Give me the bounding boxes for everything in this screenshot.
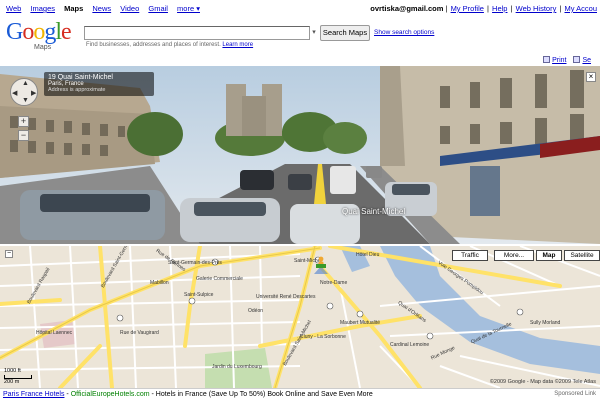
my-profile-link[interactable]: My Profile [451, 4, 484, 13]
map-label: Galerie Commerciale [196, 276, 243, 282]
map-label: Cardinal Lemoine [390, 342, 430, 348]
separator: | [445, 4, 448, 13]
map-label: Odéon [248, 308, 264, 314]
print-link[interactable]: Print [552, 57, 566, 64]
street-view-pan-control[interactable]: ▲ ▼ ◀ ▶ [10, 78, 38, 106]
nav-link-web[interactable]: Web [6, 4, 21, 13]
map-label: Cluny - La Sorbonne [300, 334, 346, 340]
web-history-link[interactable]: Web History [516, 4, 557, 13]
map-label: Université René Descartes [256, 294, 316, 300]
pan-up-icon[interactable]: ▲ [22, 80, 29, 87]
print-icon [543, 56, 551, 63]
search-header: Google Maps ▾ Search Maps Show search op… [0, 16, 600, 56]
user-email: ovrtiska@gmail.com [370, 4, 444, 13]
separator: | [559, 4, 562, 13]
account-links: ovrtiska@gmail.com | My Profile | Help |… [370, 4, 598, 13]
ad-headline-link[interactable]: Paris France Hotels [3, 391, 64, 398]
action-bar: Print Se [0, 56, 600, 66]
map-button[interactable]: Map [536, 250, 562, 261]
send-icon [573, 56, 581, 63]
street-view-zoom-in-button[interactable]: + [18, 116, 29, 127]
map-label: Hôtel Dieu [356, 252, 380, 258]
show-search-options-link[interactable]: Show search options [374, 29, 434, 36]
search-maps-button[interactable]: Search Maps [320, 25, 370, 41]
nav-link-video[interactable]: Video [120, 4, 139, 13]
action-links: Print Se [543, 56, 596, 64]
nav-link-news[interactable]: News [92, 4, 111, 13]
help-link[interactable]: Help [492, 4, 507, 13]
pegman-icon[interactable] [314, 256, 328, 274]
satellite-button[interactable]: Satellite [564, 250, 600, 261]
logo-wordmark: Google [6, 19, 72, 45]
ad-url[interactable]: OfficialEuropeHotels.com [71, 391, 150, 398]
search-dropdown-icon[interactable]: ▾ [310, 26, 318, 40]
street-name-label[interactable]: Quai Saint-Michel [342, 207, 405, 216]
map-view[interactable]: Boulevard Saint-Germain Boulevard Raspai… [0, 246, 600, 388]
logo-subtitle: Maps [34, 44, 52, 51]
sponsored-ad-bar: Paris France Hotels - OfficialEuropeHote… [0, 388, 600, 400]
map-zoom-out-button[interactable]: − [5, 250, 13, 258]
map-tiles [0, 246, 600, 388]
google-maps-logo[interactable]: Google Maps [6, 20, 78, 52]
map-label: Jardin du Luxembourg [212, 364, 262, 370]
map-label: Sully Morland [530, 320, 561, 326]
traffic-button[interactable]: Traffic [452, 250, 488, 261]
scale-label-ft: 1000 ft [4, 368, 21, 374]
pan-right-icon[interactable]: ▶ [31, 89, 36, 97]
scale-label-m: 200 m [4, 379, 20, 385]
address-note: Address is approximate [48, 87, 106, 93]
map-label: Rue de Vaugirard [120, 330, 159, 336]
my-account-link[interactable]: My Accou [564, 4, 597, 13]
send-link[interactable]: Se [582, 57, 591, 64]
map-label: Maubert Mutualité [340, 320, 381, 326]
search-hint-text: Find businesses, addresses and places of… [86, 42, 221, 48]
street-view-zoom-out-button[interactable]: − [18, 130, 29, 141]
nav-link-images[interactable]: Images [30, 4, 55, 13]
nav-link-maps: Maps [64, 4, 84, 13]
search-hint: Find businesses, addresses and places of… [86, 42, 253, 48]
close-street-view-button[interactable]: × [586, 72, 596, 82]
map-copyright: ©2009 Google - Map data ©2009 Tele Atlas [489, 379, 596, 385]
map-scale: 1000 ft 200 m [4, 368, 32, 385]
pan-down-icon[interactable]: ▼ [22, 97, 29, 104]
separator: | [510, 4, 513, 13]
ad-text: - Hotels in France (Save Up To 50%) Book… [149, 391, 373, 398]
map-label: Notre-Dame [320, 280, 348, 286]
map-label: Mabillon [150, 280, 169, 286]
search-input[interactable] [84, 26, 310, 40]
map-label: Hôpital Laennec [36, 330, 73, 336]
sponsored-label: Sponsored Link [554, 391, 596, 397]
product-links: Web Images Maps News Video Gmail more ▾ [6, 4, 207, 13]
street-view-address-box: 19 Quai Saint-Michel Paris, France Addre… [44, 72, 154, 96]
nav-link-more[interactable]: more ▾ [177, 4, 200, 13]
pan-left-icon[interactable]: ◀ [12, 89, 17, 97]
more-button[interactable]: More... [494, 250, 534, 261]
top-navigation: Web Images Maps News Video Gmail more ▾ … [0, 0, 600, 16]
address-street: 19 Quai Saint-Michel [48, 74, 113, 81]
learn-more-link[interactable]: Learn more [222, 42, 253, 48]
street-view-panorama[interactable]: ▲ ▼ ◀ ▶ + − 19 Quai Saint-Michel Paris, … [0, 66, 600, 244]
separator: | [487, 4, 489, 13]
nav-link-gmail[interactable]: Gmail [148, 4, 168, 13]
map-label: Saint-Sulpice [184, 292, 214, 298]
